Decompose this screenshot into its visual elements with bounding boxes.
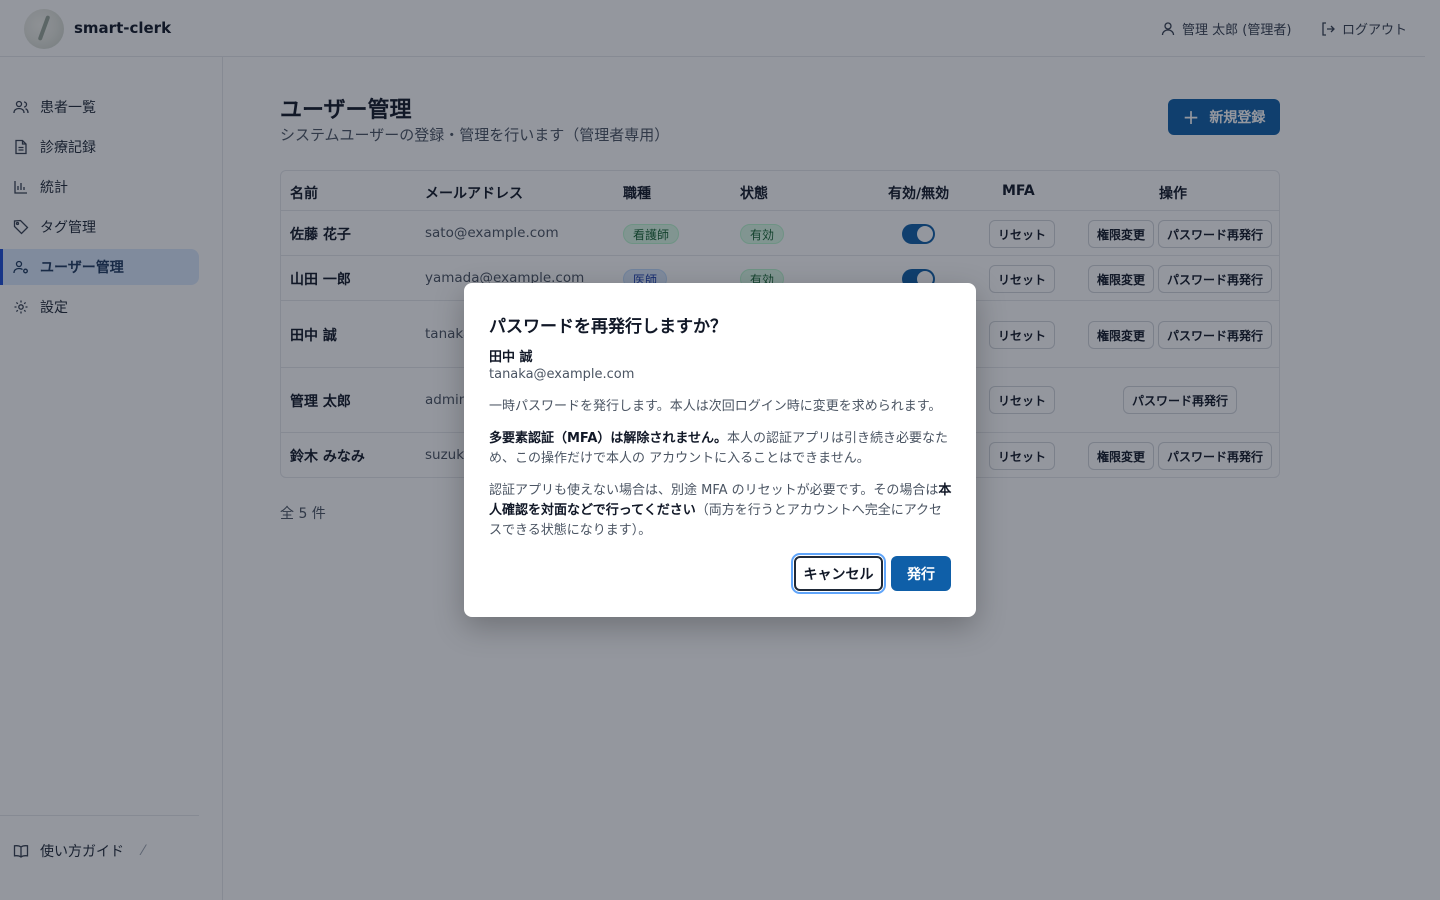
- reissue-password-dialog: パスワードを再発行しますか？ 田中 誠 tanaka@example.com 一…: [464, 283, 976, 617]
- dialog-paragraph-2: 多要素認証（MFA）は解除されません。本人の認証アプリは引き続き必要なため、この…: [489, 429, 952, 469]
- cancel-button[interactable]: キャンセル: [791, 553, 886, 594]
- dialog-paragraph-3: 認証アプリも使えない場合は、別途 MFA のリセットが必要です。その場合は本人確…: [489, 481, 952, 541]
- dialog-user-name: 田中 誠: [489, 350, 533, 365]
- dialog-mfa-notice: 多要素認証（MFA）は解除されません。: [489, 431, 727, 446]
- dialog-warning-a: 認証アプリも使えない場合は、別途 MFA のリセットが必要です。その場合は: [489, 483, 939, 498]
- dialog-paragraph-1: 一時パスワードを発行します。本人は次回ログイン時に変更を求められます。: [489, 399, 942, 414]
- dialog-title: パスワードを再発行しますか？: [489, 317, 727, 337]
- dialog-user-email: tanaka@example.com: [489, 367, 635, 382]
- issue-button[interactable]: 発行: [891, 556, 951, 591]
